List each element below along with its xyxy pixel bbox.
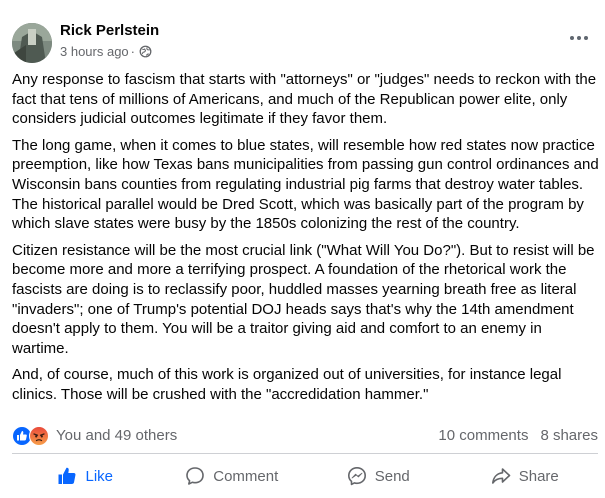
share-label: Share (518, 467, 559, 485)
angry-reaction-icon (29, 426, 49, 446)
thumbs-up-icon (58, 467, 76, 484)
avatar[interactable] (12, 23, 52, 63)
action-bar: Like Comment Send Share (12, 458, 598, 494)
messenger-icon (347, 467, 366, 486)
post-paragraph: And, of course, much of this work is org… (12, 366, 562, 403)
comment-icon (186, 467, 205, 485)
post-paragraph: Citizen resistance will be the most cruc… (12, 241, 595, 357)
more-options-icon[interactable] (567, 28, 591, 48)
send-label: Send (374, 467, 410, 485)
send-button[interactable]: Send (305, 458, 452, 494)
like-label: Like (85, 467, 114, 485)
post-meta: 3 hours ago · (60, 44, 152, 59)
share-button[interactable]: Share (452, 458, 599, 494)
reactions-bar: You and 49 others 10 comments 8 shares (12, 424, 598, 446)
divider (12, 453, 598, 454)
share-icon (491, 468, 511, 484)
author-name[interactable]: Rick Perlstein (60, 22, 159, 39)
reaction-icons[interactable] (12, 426, 52, 446)
comment-button[interactable]: Comment (159, 458, 306, 494)
like-button[interactable]: Like (12, 458, 159, 494)
post-card: Rick Perlstein 3 hours ago · Any respons… (0, 0, 605, 498)
shares-count[interactable]: 8 shares (540, 427, 598, 444)
reaction-summary[interactable]: You and 49 others (56, 427, 177, 444)
post-body: Any response to fascism that starts with… (12, 70, 602, 412)
post-header: Rick Perlstein 3 hours ago · (12, 16, 597, 68)
comments-count[interactable]: 10 comments (438, 427, 528, 444)
meta-separator: · (130, 44, 136, 59)
engagement-counts: 10 comments 8 shares (438, 427, 598, 444)
comment-label: Comment (213, 467, 279, 485)
timestamp[interactable]: 3 hours ago (60, 44, 129, 59)
post-paragraph: Any response to fascism that starts with… (12, 71, 597, 128)
post-paragraph: The long game, when it comes to blue sta… (12, 136, 599, 233)
globe-icon[interactable] (139, 45, 152, 58)
